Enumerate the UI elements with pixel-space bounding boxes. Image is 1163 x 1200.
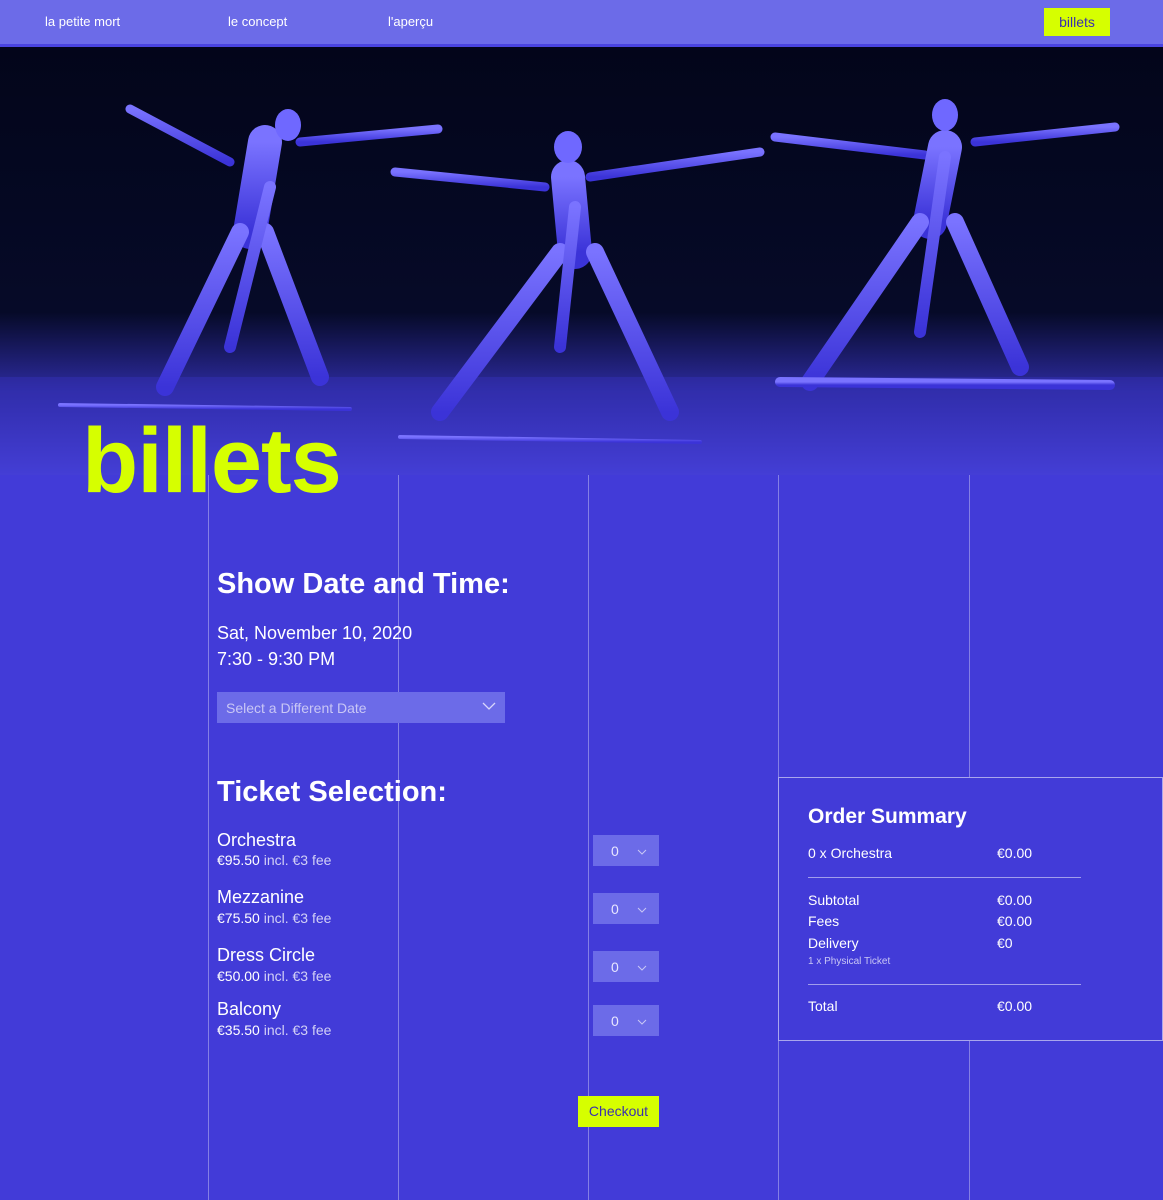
divider bbox=[808, 877, 1081, 878]
chevron-down-icon bbox=[637, 1014, 647, 1032]
delivery-label: Delivery bbox=[808, 935, 859, 951]
nav-billets-button[interactable]: billets bbox=[1044, 8, 1110, 36]
quantity-select[interactable]: 0 bbox=[593, 893, 659, 924]
ticket-price: €75.50 bbox=[217, 910, 260, 926]
quantity-value: 0 bbox=[611, 959, 619, 975]
show-time: 7:30 - 9:30 PM bbox=[217, 649, 336, 669]
total-value: €0.00 bbox=[997, 998, 1033, 1014]
chevron-down-icon bbox=[637, 902, 647, 920]
ticket-price: €95.50 bbox=[217, 852, 260, 868]
nav-brand-link[interactable]: la petite mort bbox=[45, 14, 120, 29]
delivery-note: 1 x Physical Ticket bbox=[808, 956, 891, 967]
checkout-button[interactable]: Checkout bbox=[578, 1096, 659, 1127]
fees-label: Fees bbox=[808, 913, 840, 929]
summary-line-item: 0 x Orchestra bbox=[808, 845, 893, 861]
quantity-select[interactable]: 0 bbox=[593, 1005, 659, 1036]
ticket-name: Balcony bbox=[217, 999, 282, 1019]
delivery-value: €0 bbox=[997, 935, 1013, 951]
ticket-fee: incl. €3 fee bbox=[263, 1022, 332, 1038]
show-date-heading: Show Date and Time: bbox=[217, 568, 510, 600]
ticket-price: €35.50 bbox=[217, 1022, 260, 1038]
subtotal-label: Subtotal bbox=[808, 892, 860, 908]
subtotal-value: €0.00 bbox=[997, 892, 1033, 908]
grid-line bbox=[208, 475, 209, 1200]
top-nav: la petite mort le concept l'aperçu bille… bbox=[0, 0, 1163, 47]
summary-line-item-value: €0.00 bbox=[997, 845, 1033, 861]
nav-apercu-link[interactable]: l'aperçu bbox=[388, 14, 433, 29]
ticket-name: Orchestra bbox=[217, 830, 297, 850]
ticket-name: Dress Circle bbox=[217, 945, 316, 965]
divider bbox=[808, 984, 1081, 985]
show-date: Sat, November 10, 2020 bbox=[217, 623, 413, 643]
ticket-name: Mezzanine bbox=[217, 887, 305, 907]
quantity-select[interactable]: 0 bbox=[593, 835, 659, 866]
quantity-value: 0 bbox=[611, 1013, 619, 1029]
ticket-price-row: €75.50 incl. €3 fee bbox=[217, 910, 331, 926]
date-select-label: Select a Different Date bbox=[226, 700, 367, 716]
ticket-price-row: €50.00 incl. €3 fee bbox=[217, 968, 331, 984]
chevron-down-icon bbox=[637, 960, 647, 978]
ticket-price-row: €35.50 incl. €3 fee bbox=[217, 1022, 331, 1038]
quantity-value: 0 bbox=[611, 901, 619, 917]
order-summary-title: Order Summary bbox=[808, 805, 967, 828]
ticket-price: €50.00 bbox=[217, 968, 260, 984]
chevron-down-icon bbox=[637, 844, 647, 862]
chevron-down-icon bbox=[481, 699, 497, 718]
ticket-selection-heading: Ticket Selection: bbox=[217, 776, 447, 808]
fees-value: €0.00 bbox=[997, 913, 1033, 929]
dancer-right bbox=[770, 122, 1120, 391]
ticket-price-row: €95.50 incl. €3 fee bbox=[217, 852, 331, 868]
nav-concept-link[interactable]: le concept bbox=[228, 14, 287, 29]
dancer-left bbox=[58, 104, 443, 411]
date-select[interactable]: Select a Different Date bbox=[217, 692, 505, 723]
ticket-fee: incl. €3 fee bbox=[263, 852, 332, 868]
ticket-fee: incl. €3 fee bbox=[263, 910, 332, 926]
total-label: Total bbox=[808, 998, 838, 1014]
quantity-select[interactable]: 0 bbox=[593, 951, 659, 982]
ticket-fee: incl. €3 fee bbox=[263, 968, 332, 984]
page-title: billets bbox=[82, 410, 342, 512]
grid-line bbox=[588, 475, 589, 1200]
quantity-value: 0 bbox=[611, 843, 619, 859]
